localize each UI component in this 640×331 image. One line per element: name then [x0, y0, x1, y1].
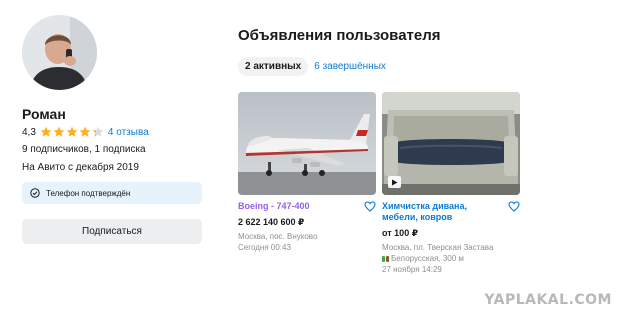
listing-metro: Белорусская, 300 м: [382, 253, 520, 264]
star-icon: [40, 126, 52, 137]
check-circle-icon: [30, 188, 40, 198]
star-icon: [66, 126, 78, 137]
listing-price: 2 622 140 600 ₽: [238, 217, 305, 227]
listing-date: 27 ноября 14:29: [382, 265, 442, 274]
star-icon: [53, 126, 65, 137]
watermark: YAPLAKAL.COM: [484, 292, 612, 308]
phone-confirmed-badge: Телефон подтверждён: [22, 182, 202, 204]
rating-stars: [40, 126, 104, 138]
star-icon: [79, 126, 91, 137]
star-icon: [92, 126, 104, 137]
airplane-photo: [238, 92, 376, 195]
listing-location: Москва, пл. Тверская Застава: [382, 243, 494, 252]
listing-card[interactable]: Boeing - 747-400 2 622 140 600 ₽ Москва,…: [238, 92, 376, 253]
metro-line-icon: [382, 255, 389, 262]
avatar[interactable]: [22, 15, 97, 90]
favorite-heart-icon[interactable]: [508, 201, 520, 212]
listing-card[interactable]: Химчистка дивана, мебели, ковров от 100 …: [382, 92, 520, 275]
listing-title[interactable]: Boeing - 747-400: [238, 201, 310, 212]
favorite-heart-icon[interactable]: [364, 201, 376, 212]
video-icon: [388, 176, 401, 188]
listing-metro-text: Белорусская, 300 м: [391, 254, 464, 263]
phone-confirmed-text: Телефон подтверждён: [46, 188, 131, 198]
followers-text: 9 подписчиков, 1 подписка: [22, 144, 146, 155]
listings-tabs: 2 активных 6 завершённых: [238, 57, 386, 76]
avatar-photo: [22, 15, 97, 90]
listing-price: от 100 ₽: [382, 228, 418, 238]
reviews-link[interactable]: 4 отзыва: [108, 127, 149, 138]
user-name: Роман: [22, 106, 66, 122]
listings-title: Объявления пользователя: [238, 27, 441, 44]
listing-image-airplane[interactable]: [238, 92, 376, 195]
listing-date: Сегодня 00:43: [238, 243, 291, 252]
listing-title[interactable]: Химчистка дивана, мебели, ковров: [382, 201, 492, 223]
listing-image-sofa[interactable]: [382, 92, 520, 195]
subscribe-button[interactable]: Подписаться: [22, 219, 202, 244]
member-since-text: На Авито с декабря 2019: [22, 162, 139, 173]
rating-row: 4,3 4 отзыва: [22, 126, 149, 138]
sofa-photo: [382, 92, 520, 195]
tab-completed[interactable]: 6 завершённых: [314, 61, 386, 72]
tab-active[interactable]: 2 активных: [238, 57, 309, 76]
listing-location: Москва, пос. Внуково: [238, 232, 318, 241]
rating-value: 4,3: [22, 126, 36, 138]
